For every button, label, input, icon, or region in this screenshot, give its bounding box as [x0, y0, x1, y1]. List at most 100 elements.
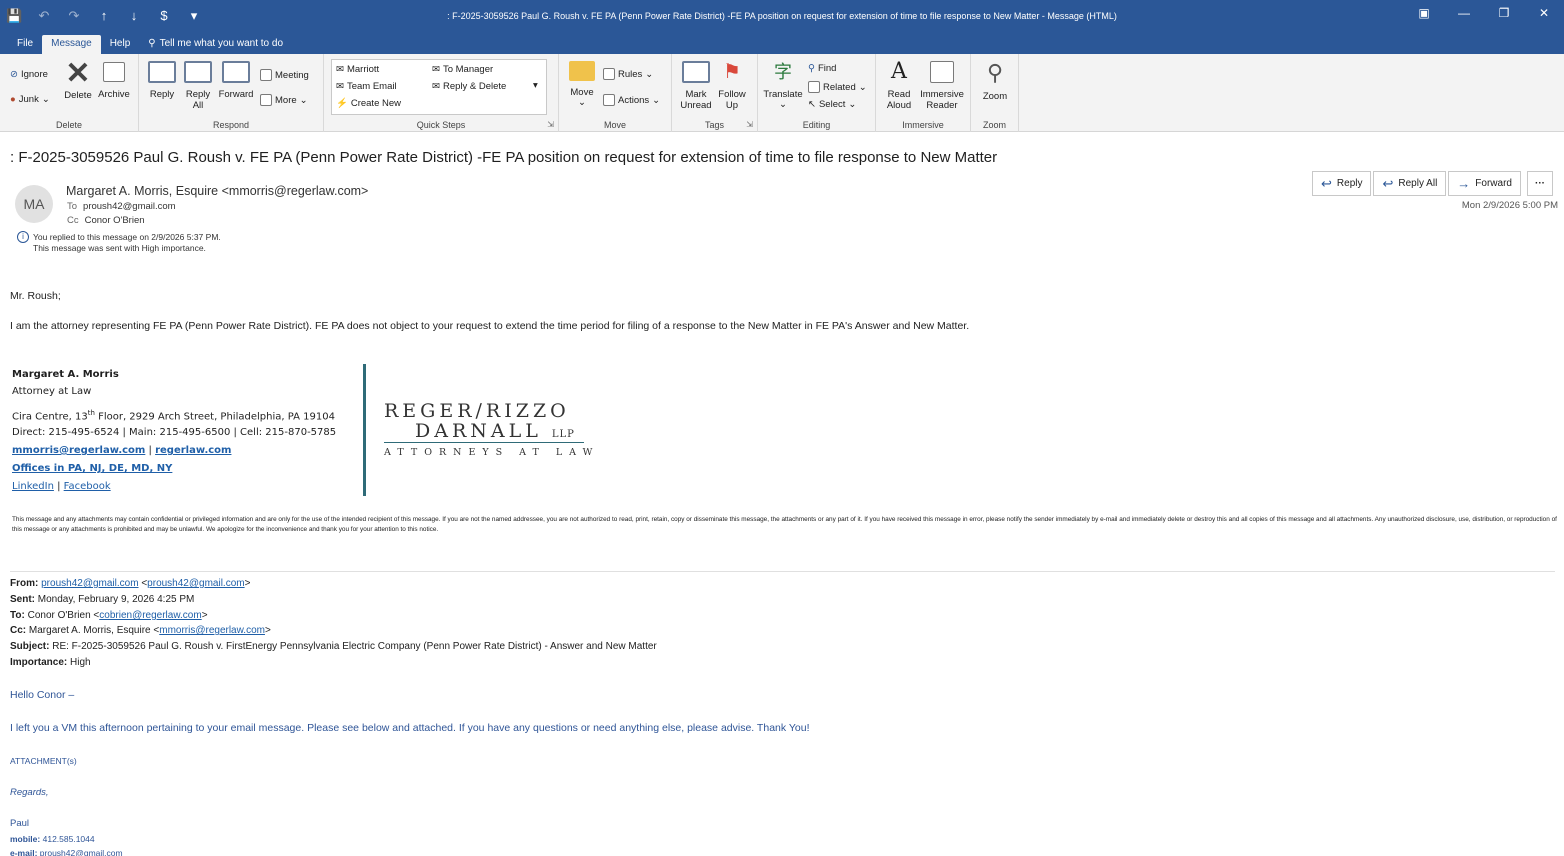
to-manager-icon: ✉: [432, 64, 440, 75]
ribbon: ⊘ Ignore ● Junk ⌄ ✕ Delete Archive Delete Re…: [0, 54, 1564, 132]
quoted-attachments: ATTACHMENT(s): [10, 756, 77, 766]
close-button[interactable]: ✕: [1524, 6, 1564, 20]
quickstep-create-new[interactable]: ⚡ Create New: [336, 98, 401, 109]
tags-launcher-icon[interactable]: ⇲: [746, 120, 753, 129]
junk-icon: ●: [10, 94, 16, 105]
related-button[interactable]: Related ⌄: [808, 81, 867, 93]
more-respond-button[interactable]: More ⌄: [260, 94, 308, 106]
firm-logo-rule: [384, 442, 584, 443]
delete-button[interactable]: ✕ Delete: [62, 57, 94, 102]
tell-me-label: Tell me what you want to do: [159, 38, 284, 49]
follow-up-button[interactable]: ⚑ Follow Up: [716, 61, 748, 111]
quoted-subject: Subject: RE: F-2025-3059526 Paul G. Rous…: [10, 641, 657, 652]
minimize-button[interactable]: —: [1444, 6, 1484, 20]
message-datetime: Mon 2/9/2026 5:00 PM: [1461, 200, 1558, 211]
quoted-regards: Regards,: [10, 787, 49, 798]
reply-all-action-button[interactable]: ↩ Reply All: [1373, 171, 1447, 196]
immersive-reader-button[interactable]: Immersive Reader: [916, 61, 968, 111]
related-icon: [808, 81, 820, 93]
tab-help[interactable]: Help: [101, 35, 140, 54]
forward-action-button[interactable]: → Forward: [1448, 171, 1521, 196]
read-aloud-icon: A: [891, 59, 907, 84]
group-respond: Reply Reply All Forward Meeting More ⌄ Res…: [139, 54, 324, 132]
quickstep-to-manager[interactable]: ✉ To Manager: [432, 64, 493, 75]
zoom-button[interactable]: ⚲ Zoom: [977, 61, 1013, 103]
restore-button[interactable]: ❐: [1484, 6, 1524, 20]
info-importance: This message was sent with High importan…: [33, 243, 206, 253]
quoted-to: To: Conor O'Brien <cobrien@regerlaw.com>: [10, 610, 208, 621]
mark-unread-button[interactable]: Mark Unread: [678, 61, 714, 111]
signature-phones: Direct: 215-495-6524 | Main: 215-495-650…: [12, 427, 337, 438]
quoted-from-link-2[interactable]: proush42@gmail.com: [147, 578, 244, 589]
signature-email-link[interactable]: mmorris@regerlaw.com: [12, 445, 145, 456]
forward-icon: [222, 61, 250, 83]
firm-logo-line2: DARNALL LLP: [415, 420, 575, 442]
reply-action-button[interactable]: ↩ Reply: [1312, 171, 1372, 196]
meeting-button[interactable]: Meeting: [260, 69, 309, 81]
quoted-sent: Sent: Monday, February 9, 2026 4:25 PM: [10, 594, 195, 605]
ignore-button[interactable]: ⊘ Ignore: [10, 69, 48, 80]
info-replied[interactable]: You replied to this message on 2/9/2026 …: [33, 232, 221, 242]
group-delete: ⊘ Ignore ● Junk ⌄ ✕ Delete Archive Delete: [0, 54, 139, 132]
group-label-zoom: Zoom: [982, 120, 1006, 130]
quickstep-team-email[interactable]: ✉ Team Email: [336, 81, 397, 92]
more-actions-button[interactable]: ···: [1526, 171, 1553, 196]
translate-icon: 字: [774, 62, 792, 82]
rules-button[interactable]: Rules ⌄: [603, 68, 653, 80]
forward-button[interactable]: Forward: [217, 61, 255, 100]
signature-site-link[interactable]: regerlaw.com: [155, 445, 231, 456]
find-icon: ⚲: [808, 63, 815, 74]
dialog-launcher-icon[interactable]: ⇲: [547, 120, 554, 129]
reply-button[interactable]: Reply: [147, 61, 177, 100]
reply-all-icon: [184, 61, 212, 83]
quoted-from-link[interactable]: proush42@gmail.com: [41, 578, 138, 589]
to-recipient[interactable]: proush42@gmail.com: [83, 201, 176, 212]
ribbon-display-options-icon[interactable]: ▣: [1404, 6, 1444, 20]
find-button[interactable]: ⚲ Find: [808, 63, 836, 74]
folder-icon: [569, 61, 595, 81]
reply-all-button[interactable]: Reply All: [183, 61, 213, 111]
quoted-hello: Hello Conor –: [10, 689, 75, 701]
quoted-from: From: proush42@gmail.com <proush42@gmail…: [10, 578, 251, 589]
ignore-icon: ⊘: [10, 69, 18, 80]
actions-icon: [603, 94, 615, 106]
tab-file[interactable]: File: [8, 35, 42, 54]
tab-message[interactable]: Message: [42, 35, 101, 54]
quick-steps-expand-icon[interactable]: ▾: [533, 80, 538, 91]
linkedin-link[interactable]: LinkedIn: [12, 481, 54, 492]
group-quick-steps: ✉ Marriott ✉ Team Email ⚡ Create New ✉ To Ma…: [324, 54, 559, 132]
signature-divider: [363, 364, 366, 496]
read-aloud-button[interactable]: A Read Aloud: [882, 59, 916, 112]
message-subject: : F-2025-3059526 Paul G. Roush v. FE PA …: [10, 149, 998, 166]
more-icon: [260, 94, 272, 106]
avatar[interactable]: MA: [15, 185, 53, 223]
reply-arrow-icon: ↩: [1321, 175, 1332, 191]
signature-links: mmorris@regerlaw.com | regerlaw.com: [12, 445, 232, 456]
quoted-mobile: mobile: 412.585.1044: [10, 834, 95, 844]
quickstep-marriott[interactable]: ✉ Marriott: [336, 64, 379, 75]
translate-button[interactable]: 字 Translate ⌄: [762, 61, 804, 110]
group-label-delete: Delete: [55, 120, 82, 130]
cc-recipient[interactable]: Conor O'Brien: [85, 215, 145, 226]
archive-button[interactable]: Archive: [96, 62, 132, 100]
ribbon-tabs: File Message Help ⚲ Tell me what you want…: [0, 34, 1564, 54]
move-button[interactable]: Move ⌄: [567, 61, 597, 108]
actions-button[interactable]: Actions ⌄: [603, 94, 660, 106]
info-icon: i: [17, 231, 29, 243]
select-icon: ↖: [808, 99, 816, 110]
facebook-link[interactable]: Facebook: [64, 481, 111, 492]
offices-link[interactable]: Offices in PA, NJ, DE, MD, NY: [12, 463, 172, 474]
quickstep-reply-delete[interactable]: ✉ Reply & Delete: [432, 81, 506, 92]
greeting: Mr. Roush;: [10, 290, 61, 302]
quoted-to-link[interactable]: cobrien@regerlaw.com: [99, 610, 201, 621]
group-label-quick-steps: Quick Steps: [416, 120, 466, 130]
meeting-icon: [260, 69, 272, 81]
immersive-reader-icon: [930, 61, 954, 83]
sender[interactable]: Margaret A. Morris, Esquire <mmorris@reg…: [66, 184, 368, 198]
delete-icon: ✕: [65, 57, 91, 90]
title-bar: 💾 ↶ ↷ ↑ ↓ $ ▾ : F-2025-3059526 Paul G. R…: [0, 0, 1564, 34]
select-button[interactable]: ↖ Select ⌄: [808, 99, 856, 110]
quoted-cc-link[interactable]: mmorris@regerlaw.com: [159, 625, 265, 636]
tell-me-search[interactable]: ⚲ Tell me what you want to do: [139, 35, 292, 54]
junk-button[interactable]: ● Junk ⌄: [10, 94, 50, 105]
